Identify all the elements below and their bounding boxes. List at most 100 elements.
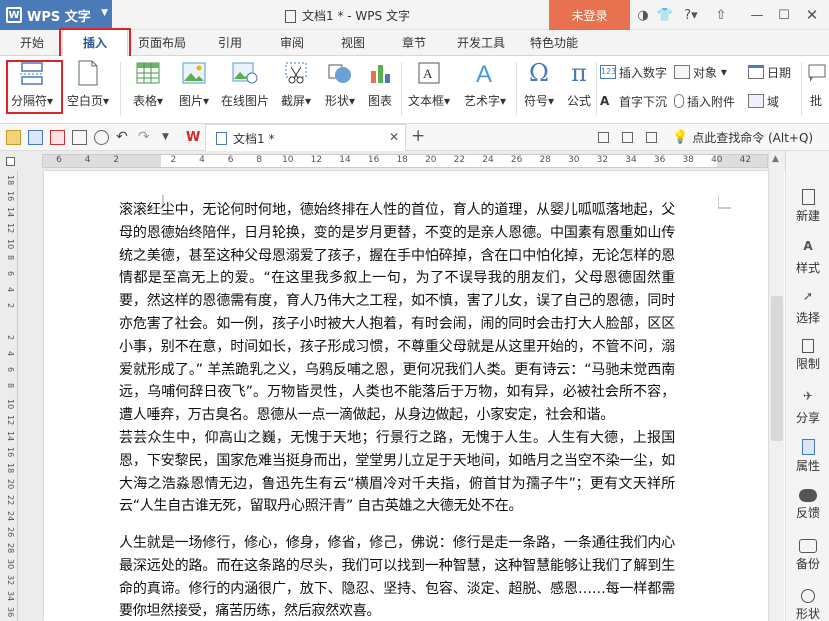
object-button[interactable]: 对象 ▾ bbox=[674, 63, 727, 81]
ruler-label: 28 bbox=[539, 155, 551, 165]
wps-app-menu-button[interactable]: W WPS 文字 ▼ bbox=[0, 0, 112, 30]
ribbon-divider bbox=[401, 62, 402, 116]
menu-tabs: 开始 插入 页面布局 引用 审阅 视图 章节 开发工具 特色功能 bbox=[0, 29, 829, 56]
side-share-button[interactable]: ✈ 分享 bbox=[786, 389, 829, 426]
tab-insert[interactable]: 插入 bbox=[62, 29, 128, 56]
section-break-button[interactable]: 分隔符▾ bbox=[8, 60, 56, 109]
document-tab[interactable]: 文档1 * ✕ bbox=[205, 124, 406, 151]
svg-text:A: A bbox=[476, 61, 492, 86]
drop-cap-button[interactable]: A 首字下沉 bbox=[600, 92, 667, 110]
tab-view[interactable]: 视图 bbox=[333, 30, 373, 56]
paragraph-1[interactable]: 滚滚红尘中，无论何时何地，德始终排在人性的首位，育人的道理，从婴儿呱呱落地起，父… bbox=[119, 199, 675, 427]
restore-layout-icon[interactable]: ⇧ bbox=[712, 6, 730, 24]
section-break-label: 分隔符 bbox=[10, 94, 47, 108]
scrollbar-thumb[interactable] bbox=[771, 296, 783, 441]
field-button[interactable]: 域 bbox=[748, 92, 779, 110]
login-button[interactable]: 未登录 bbox=[549, 0, 630, 30]
tab-stop-selector[interactable] bbox=[6, 157, 15, 166]
ribbon-divider bbox=[120, 62, 121, 116]
side-backup-button[interactable]: 备份 bbox=[786, 539, 829, 572]
save-icon[interactable] bbox=[28, 130, 43, 145]
redo-icon[interactable]: ↷ bbox=[138, 130, 153, 145]
insert-attachment-button[interactable]: 插入附件 bbox=[674, 92, 735, 110]
wordart-icon: A bbox=[471, 60, 499, 86]
picture-button[interactable]: 图片▾ bbox=[174, 60, 214, 109]
symbol-button[interactable]: Ω 符号▾ bbox=[520, 59, 558, 109]
online-picture-icon bbox=[231, 60, 259, 86]
title-bar: W WPS 文字 ▼ 文档1 * - WPS 文字 未登录 ◑ 👕 ?▾ ⇧ —… bbox=[0, 0, 829, 30]
lock-icon bbox=[802, 339, 814, 353]
skin-icon[interactable]: ◑ bbox=[634, 6, 652, 24]
print-icon[interactable] bbox=[72, 130, 87, 145]
arrange-icon[interactable] bbox=[646, 132, 657, 143]
ruler-label: 14 bbox=[6, 431, 15, 442]
side-style-button[interactable]: A 样式 bbox=[786, 239, 829, 276]
ruler-label: 34 bbox=[6, 591, 15, 602]
paragraph-3[interactable]: 人生就是一场修行，修心，修身，修省，修己，佛说：修行是走一条路，一条通往我们内心… bbox=[119, 532, 675, 621]
vertical-scrollbar[interactable]: ▲ bbox=[768, 151, 784, 621]
scroll-up-icon[interactable]: ▲ bbox=[772, 154, 779, 164]
tile-icon[interactable] bbox=[622, 132, 633, 143]
screenshot-button[interactable]: 截屏▾ bbox=[276, 60, 316, 109]
ruler-label: 18 bbox=[396, 155, 408, 165]
table-label: 表格 bbox=[132, 94, 157, 108]
side-new-button[interactable]: 新建 bbox=[786, 189, 829, 224]
ruler-label: 36 bbox=[6, 607, 15, 618]
minimize-icon[interactable]: — bbox=[748, 6, 766, 24]
ruler-label: 26 bbox=[510, 155, 523, 165]
formula-button[interactable]: π 公式 bbox=[562, 59, 596, 109]
date-button[interactable]: 日期 bbox=[748, 63, 791, 81]
help-icon[interactable]: ?▾ bbox=[680, 6, 702, 24]
chart-icon bbox=[366, 60, 394, 86]
side-shape-button[interactable]: 形状 bbox=[786, 589, 829, 621]
side-properties-button[interactable]: 属性 bbox=[786, 439, 829, 474]
tab-developer-tools[interactable]: 开发工具 bbox=[453, 30, 509, 56]
shirt-icon[interactable]: 👕 bbox=[656, 6, 674, 24]
insert-number-label: 插入数字 bbox=[619, 65, 668, 80]
tab-review[interactable]: 审阅 bbox=[272, 30, 312, 56]
command-search[interactable]: 💡 点此查找命令 (Alt+Q) bbox=[672, 129, 813, 146]
comment-button[interactable]: 批 bbox=[804, 60, 828, 109]
window-mode-icon[interactable] bbox=[598, 132, 609, 143]
ruler-label: 16 bbox=[6, 191, 15, 202]
chevron-down-icon[interactable]: ▼ bbox=[162, 130, 177, 145]
side-properties-label: 属性 bbox=[795, 459, 820, 473]
print-preview-icon[interactable] bbox=[94, 130, 109, 145]
maximize-icon[interactable]: ☐ bbox=[775, 6, 793, 24]
ruler-label: 28 bbox=[6, 543, 15, 554]
export-pdf-icon[interactable] bbox=[50, 130, 65, 145]
paragraph-2[interactable]: 芸芸众生中，仰高山之巍，无愧于天地；行景行之路，无愧于人生。人生有大德，上报国恩… bbox=[119, 427, 675, 518]
textbox-button[interactable]: A 文本框▾ bbox=[404, 60, 454, 109]
undo-icon[interactable]: ↶ bbox=[116, 130, 131, 145]
tab-special-features[interactable]: 特色功能 bbox=[526, 30, 582, 56]
textbox-label: 文本框 bbox=[407, 94, 444, 108]
tab-references[interactable]: 引用 bbox=[210, 30, 250, 56]
close-tab-icon[interactable]: ✕ bbox=[389, 130, 399, 144]
open-folder-icon[interactable] bbox=[6, 130, 21, 145]
shape-label: 形状 bbox=[324, 94, 349, 108]
chart-button[interactable]: 图表 bbox=[364, 60, 396, 109]
insert-number-button[interactable]: 123 插入数字 bbox=[600, 63, 667, 81]
horizontal-ruler[interactable]: 6 4 2 2 4 6 8 10 12 14 16 18 20 22 24 26 28 30 32 34 36 38 40 4… bbox=[42, 154, 768, 168]
tab-chapter[interactable]: 章节 bbox=[394, 30, 434, 56]
tab-page-layout[interactable]: 页面布局 bbox=[134, 30, 190, 56]
side-feedback-button[interactable]: 反馈 bbox=[786, 489, 829, 521]
online-picture-button[interactable]: 在线图片 bbox=[220, 60, 270, 109]
ruler-label: 34 bbox=[625, 155, 637, 165]
table-button[interactable]: 表格▾ bbox=[128, 60, 168, 109]
shape-button[interactable]: 形状▾ bbox=[320, 60, 360, 109]
side-restrict-label: 限制 bbox=[795, 357, 820, 371]
side-style-label: 样式 bbox=[795, 261, 820, 275]
ruler-label: 30 bbox=[568, 155, 580, 165]
wps-w-icon[interactable]: W bbox=[186, 130, 201, 145]
side-select-button[interactable]: ➚ 选择 bbox=[786, 289, 829, 326]
blank-page-button[interactable]: 空白页▾ bbox=[64, 60, 112, 109]
side-restrict-button[interactable]: 限制 bbox=[786, 339, 829, 372]
paperclip-icon bbox=[674, 94, 684, 108]
close-icon[interactable]: ✕ bbox=[803, 6, 821, 24]
ruler-label: 32 bbox=[596, 155, 609, 165]
wordart-button[interactable]: A 艺术字▾ bbox=[460, 60, 510, 109]
tab-home[interactable]: 开始 bbox=[12, 30, 52, 56]
vertical-ruler[interactable]: 18 16 14 12 10 8 6 4 2 2 4 6 8 10 12 14 16 18 20 22 24 26 28 30… bbox=[0, 171, 18, 621]
new-tab-button[interactable]: + bbox=[411, 126, 425, 146]
